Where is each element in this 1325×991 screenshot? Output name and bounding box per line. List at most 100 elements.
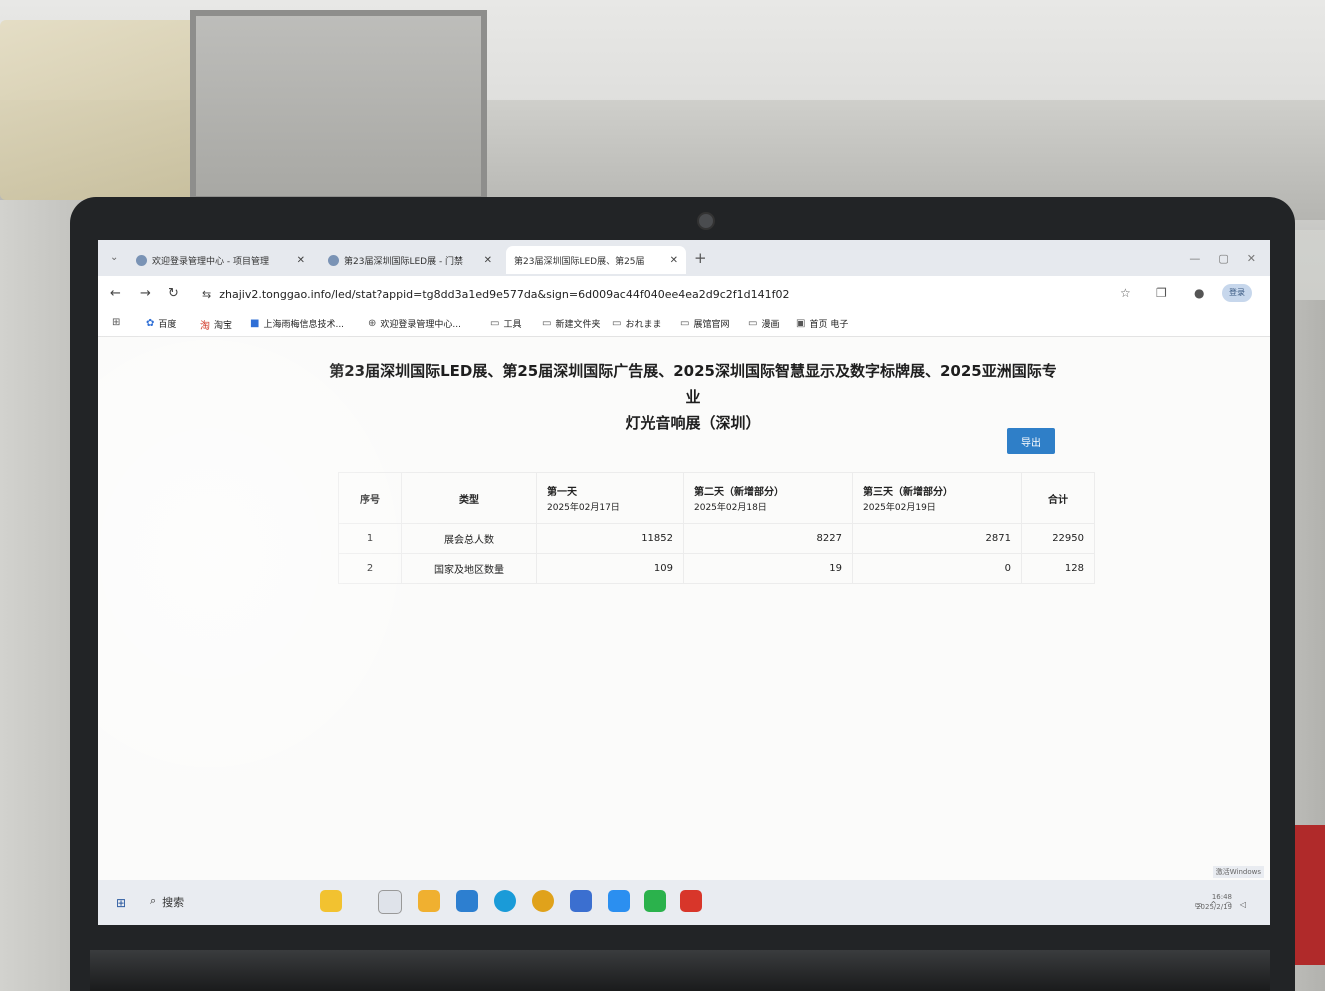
- page-title-line2: 灯光音响展（深圳）: [625, 414, 761, 432]
- header-day3-date: 2025年02月19日: [863, 503, 936, 513]
- apps-icon[interactable]: ⊞: [112, 317, 120, 328]
- folder-icon: ▭: [612, 318, 622, 329]
- cell-type: 国家及地区数量: [401, 553, 537, 584]
- header-day1-label: 第一天: [547, 487, 577, 498]
- table-header-row: 序号 类型 第一天 2025年02月17日 第二天（新增部分） 2025年02月…: [338, 472, 1095, 524]
- feishu-icon[interactable]: [608, 890, 630, 912]
- wps-icon[interactable]: [680, 890, 702, 912]
- header-day3: 第三天（新增部分） 2025年02月19日: [852, 472, 1022, 524]
- widgets-icon[interactable]: [320, 890, 342, 912]
- table-row: 1 展会总人数 11852 8227 2871 22950: [338, 523, 1095, 554]
- tab-close-icon[interactable]: ✕: [484, 255, 492, 266]
- tab-access[interactable]: 第23届深圳国际LED展 - 门禁 ✕: [320, 246, 500, 274]
- extensions-icon[interactable]: ❐: [1156, 286, 1167, 300]
- bookmark-tools[interactable]: ▭ 工具: [490, 317, 521, 330]
- bookmark-taobao[interactable]: 淘淘宝: [200, 317, 232, 332]
- laptop-hinge: [90, 950, 1270, 991]
- bookmark-folder[interactable]: ▭ おれまま: [612, 317, 661, 330]
- start-icon[interactable]: ⊞: [116, 896, 126, 910]
- task-view-icon[interactable]: [378, 890, 402, 914]
- taskbar-clock[interactable]: 16:48 2025/2/19: [1196, 892, 1232, 912]
- bookmark-home[interactable]: ▣ 首页 电子: [796, 317, 848, 330]
- wechat-icon[interactable]: [644, 890, 666, 912]
- tab-favicon: [328, 254, 339, 266]
- cell-seq: 1: [338, 523, 402, 554]
- bookmark-new-folder[interactable]: ▭ 新建文件夹: [542, 317, 600, 330]
- profile-button[interactable]: 登录: [1222, 284, 1252, 302]
- clock-date: 2025/2/19: [1196, 903, 1232, 911]
- cell-day2: 8227: [683, 523, 853, 554]
- maximize-icon[interactable]: ▢: [1218, 252, 1228, 265]
- bookmark-venue[interactable]: ▭ 展馆官网: [680, 317, 729, 330]
- tab-search-icon[interactable]: ⌄: [110, 252, 118, 263]
- search-label: 搜索: [162, 896, 185, 909]
- header-day3-label: 第三天（新增部分）: [863, 487, 953, 498]
- new-tab-button[interactable]: +: [694, 249, 707, 267]
- taskbar-search[interactable]: ⌕ 搜索: [150, 894, 184, 910]
- tab-strip: ⌄ 欢迎登录管理中心 - 项目管理 ✕ 第23届深圳国际LED展 - 门禁 ✕ …: [98, 240, 1270, 276]
- bookmark-admin[interactable]: ⊕ 欢迎登录管理中心...: [368, 317, 461, 330]
- url-field[interactable]: ⇆ zhajiv2.tonggao.info/led/stat?appid=tg…: [202, 284, 1102, 306]
- reload-icon[interactable]: ↻: [168, 286, 179, 301]
- folder-icon: ▭: [490, 318, 500, 329]
- bookmark-icon: ■: [250, 318, 260, 329]
- app-icon[interactable]: [570, 890, 592, 912]
- bookmark-comics[interactable]: ▭ 漫画: [748, 317, 779, 330]
- address-bar-row: ← → ↻ ⇆ zhajiv2.tonggao.info/led/stat?ap…: [98, 276, 1270, 312]
- header-day1-date: 2025年02月17日: [547, 503, 620, 513]
- globe-icon: ⊕: [368, 318, 377, 329]
- tab-title: 第23届深圳国际LED展、第25届: [514, 256, 645, 267]
- header-type: 类型: [401, 472, 537, 524]
- tab-stats[interactable]: 第23届深圳国际LED展、第25届 ✕: [506, 246, 686, 274]
- back-icon[interactable]: ←: [110, 286, 121, 301]
- tab-close-icon[interactable]: ✕: [670, 255, 678, 266]
- cell-day2: 19: [683, 553, 853, 584]
- tab-close-icon[interactable]: ✕: [297, 255, 305, 266]
- page-title: 第23届深圳国际LED展、第25届深圳国际广告展、2025深圳国际智慧显示及数字…: [328, 358, 1058, 436]
- header-day2: 第二天（新增部分） 2025年02月18日: [683, 472, 853, 524]
- taskbar: 激活Windows ⊞ ⌕ 搜索 ▭ ^ ◠ ◁ 16:48 2025/2/19: [98, 866, 1270, 925]
- taobao-icon: 淘: [200, 321, 210, 332]
- webcam: [697, 212, 715, 230]
- page-title-line1: 第23届深圳国际LED展、第25届深圳国际广告展、2025深圳国际智慧显示及数字…: [329, 362, 1057, 406]
- folder-icon: ▭: [748, 318, 758, 329]
- header-total: 合计: [1021, 472, 1095, 524]
- cell-day3: 2871: [852, 523, 1022, 554]
- store-icon[interactable]: [456, 890, 478, 912]
- cell-total: 22950: [1021, 523, 1095, 554]
- close-icon[interactable]: ✕: [1247, 252, 1256, 265]
- tab-title: 第23届深圳国际LED展 - 门禁: [344, 256, 464, 267]
- bookmarks-bar: ⊞ ✿ 百度 淘淘宝 ■ 上海雨梅信息技术... ⊕ 欢迎登录管理中心... ▭ 工具 …: [98, 312, 1270, 337]
- tab-admin[interactable]: 欢迎登录管理中心 - 项目管理 ✕: [128, 246, 313, 274]
- chrome-icon[interactable]: [532, 890, 554, 912]
- table-row: 2 国家及地区数量 109 19 0 128: [338, 553, 1095, 584]
- folder-icon: ▭: [542, 318, 552, 329]
- minimize-icon[interactable]: —: [1189, 252, 1200, 265]
- url-text: zhajiv2.tonggao.info/led/stat?appid=tg8d…: [219, 288, 790, 301]
- laptop-screen: ⌄ 欢迎登录管理中心 - 项目管理 ✕ 第23届深圳国际LED展 - 门禁 ✕ …: [98, 240, 1270, 925]
- paw-icon: ✿: [146, 318, 155, 329]
- cell-day1: 109: [536, 553, 684, 584]
- header-seq: 序号: [338, 472, 402, 524]
- edge-icon[interactable]: [494, 890, 516, 912]
- site-info-icon[interactable]: ⇆: [202, 284, 211, 306]
- bookmark-shanghai[interactable]: ■ 上海雨梅信息技术...: [250, 317, 344, 330]
- account-icon[interactable]: ●: [1194, 286, 1204, 300]
- cell-day1: 11852: [536, 523, 684, 554]
- bookmark-baidu[interactable]: ✿ 百度: [146, 317, 176, 330]
- cell-total: 128: [1021, 553, 1095, 584]
- forward-icon[interactable]: →: [140, 286, 151, 301]
- star-icon[interactable]: ☆: [1120, 286, 1131, 300]
- glass-cabinet: [190, 10, 487, 202]
- header-day1: 第一天 2025年02月17日: [536, 472, 684, 524]
- stats-table: 序号 类型 第一天 2025年02月17日 第二天（新增部分） 2025年02月…: [338, 472, 1095, 584]
- export-button[interactable]: 导出: [1007, 428, 1055, 454]
- cell-type: 展会总人数: [401, 523, 537, 554]
- file-explorer-icon[interactable]: [418, 890, 440, 912]
- clock-time: 16:48: [1211, 893, 1232, 901]
- header-day2-date: 2025年02月18日: [694, 503, 767, 513]
- volume-icon[interactable]: ◁: [1240, 900, 1246, 909]
- window-controls: — ▢ ✕: [1189, 252, 1256, 265]
- header-day2-label: 第二天（新增部分）: [694, 487, 784, 498]
- folder-icon: ▭: [680, 318, 690, 329]
